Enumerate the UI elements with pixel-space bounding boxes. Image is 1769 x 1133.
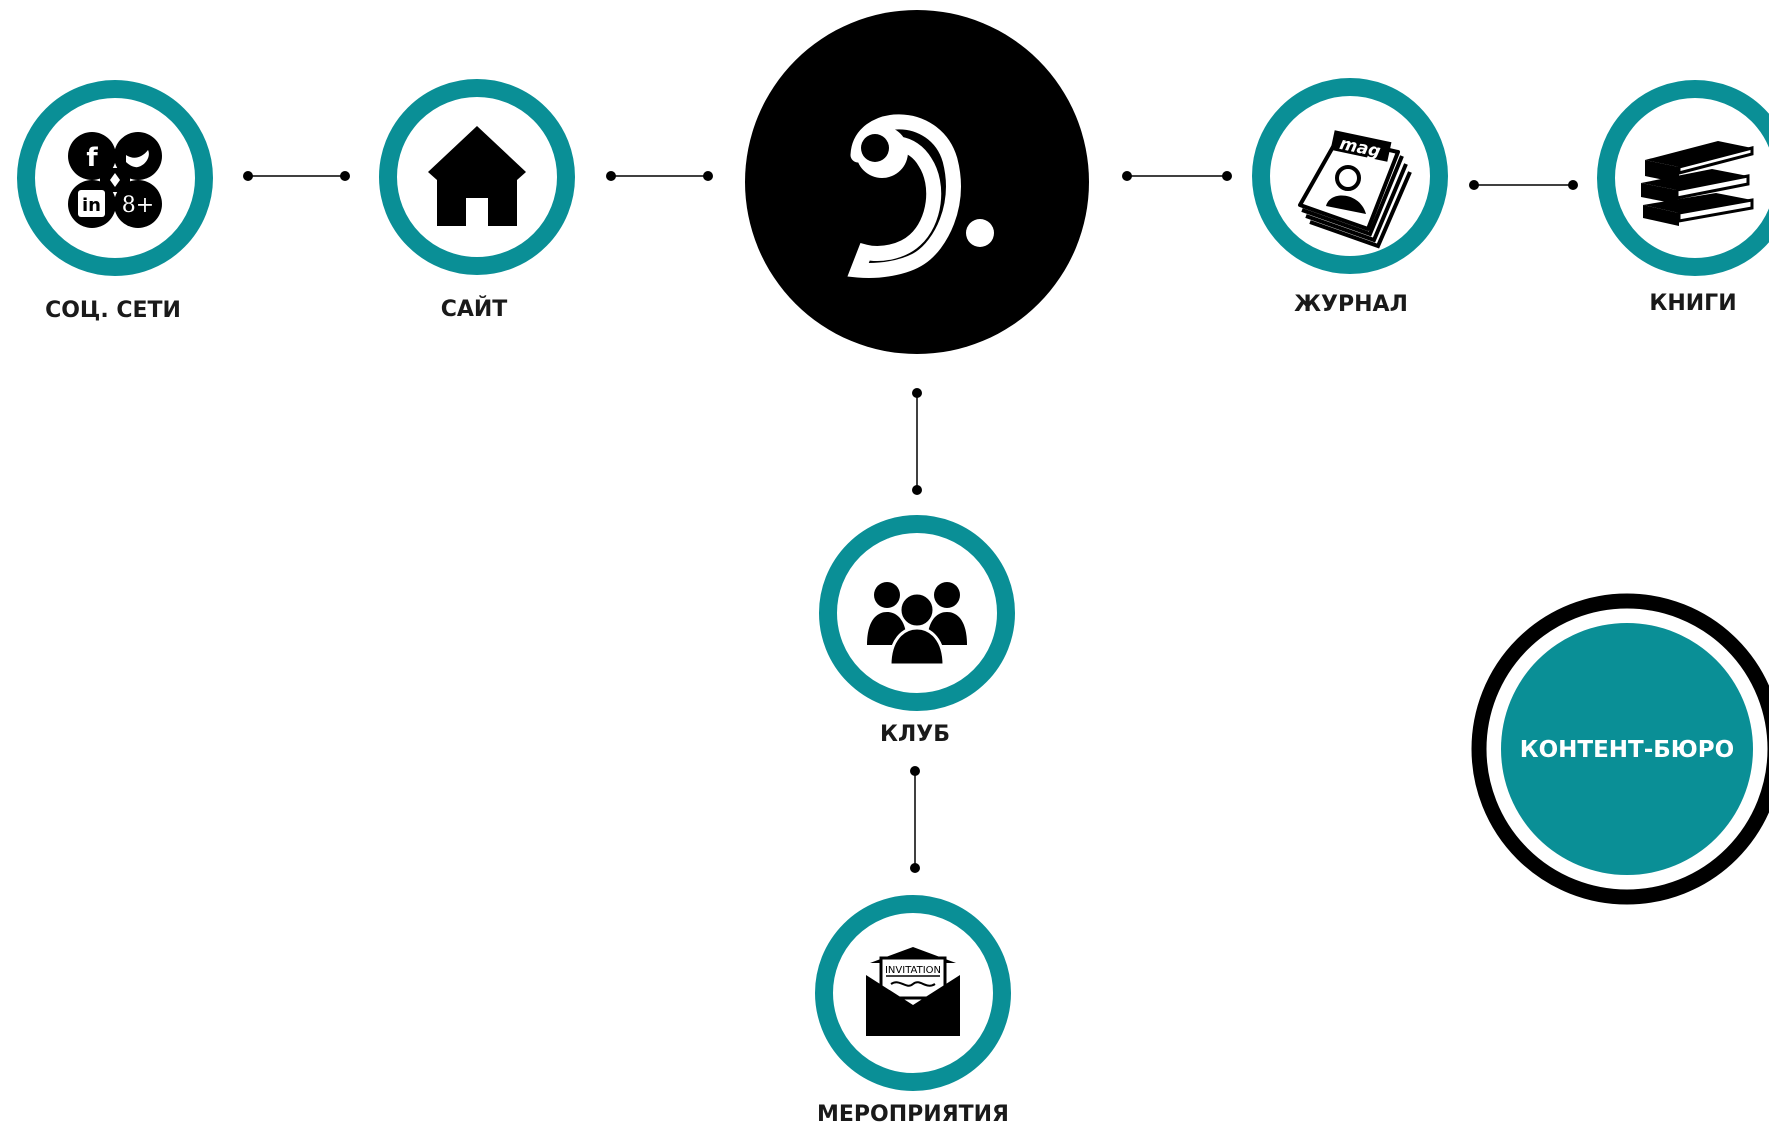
google-plus-glyph: 8+ [122,193,154,218]
node-club[interactable]: КЛУБ [819,515,1015,747]
node-site[interactable]: САЙТ [379,79,575,322]
connector-site-center [606,171,713,181]
invitation-envelope-icon: INVITATION [866,947,960,1036]
node-events-label: МЕРОПРИЯТИЯ [817,1102,1009,1127]
content-ecosystem-diagram: f in 8+ СОЦ. СЕТИ САЙТ mag ЖУРНАЛ КНИГИ … [17,10,1769,1127]
connector-center-magazine [1122,171,1232,181]
hub-label: КОНТЕНТ-БЮРО [1520,737,1734,763]
node-social-label: СОЦ. СЕТИ [45,298,181,323]
connector-social-site [243,171,350,181]
node-events[interactable]: INVITATION МЕРОПРИЯТИЯ [815,895,1011,1127]
invitation-card-text: INVITATION [885,965,941,976]
node-magazine[interactable]: mag ЖУРНАЛ [1252,78,1448,317]
node-site-label: САЙТ [441,296,508,322]
connector-center-club [912,388,922,495]
center-node [745,10,1089,354]
connector-magazine-books [1469,180,1578,190]
hub-content-bureau[interactable]: КОНТЕНТ-БЮРО [1471,593,1769,905]
node-books-label: КНИГИ [1649,291,1736,316]
node-magazine-label: ЖУРНАЛ [1294,292,1408,317]
node-social[interactable]: f in 8+ СОЦ. СЕТИ [17,80,213,323]
facebook-glyph: f [86,143,98,173]
linkedin-glyph: in [82,195,101,216]
connector-club-events [910,766,920,873]
node-club-label: КЛУБ [880,722,950,747]
node-books[interactable]: КНИГИ [1597,80,1769,316]
